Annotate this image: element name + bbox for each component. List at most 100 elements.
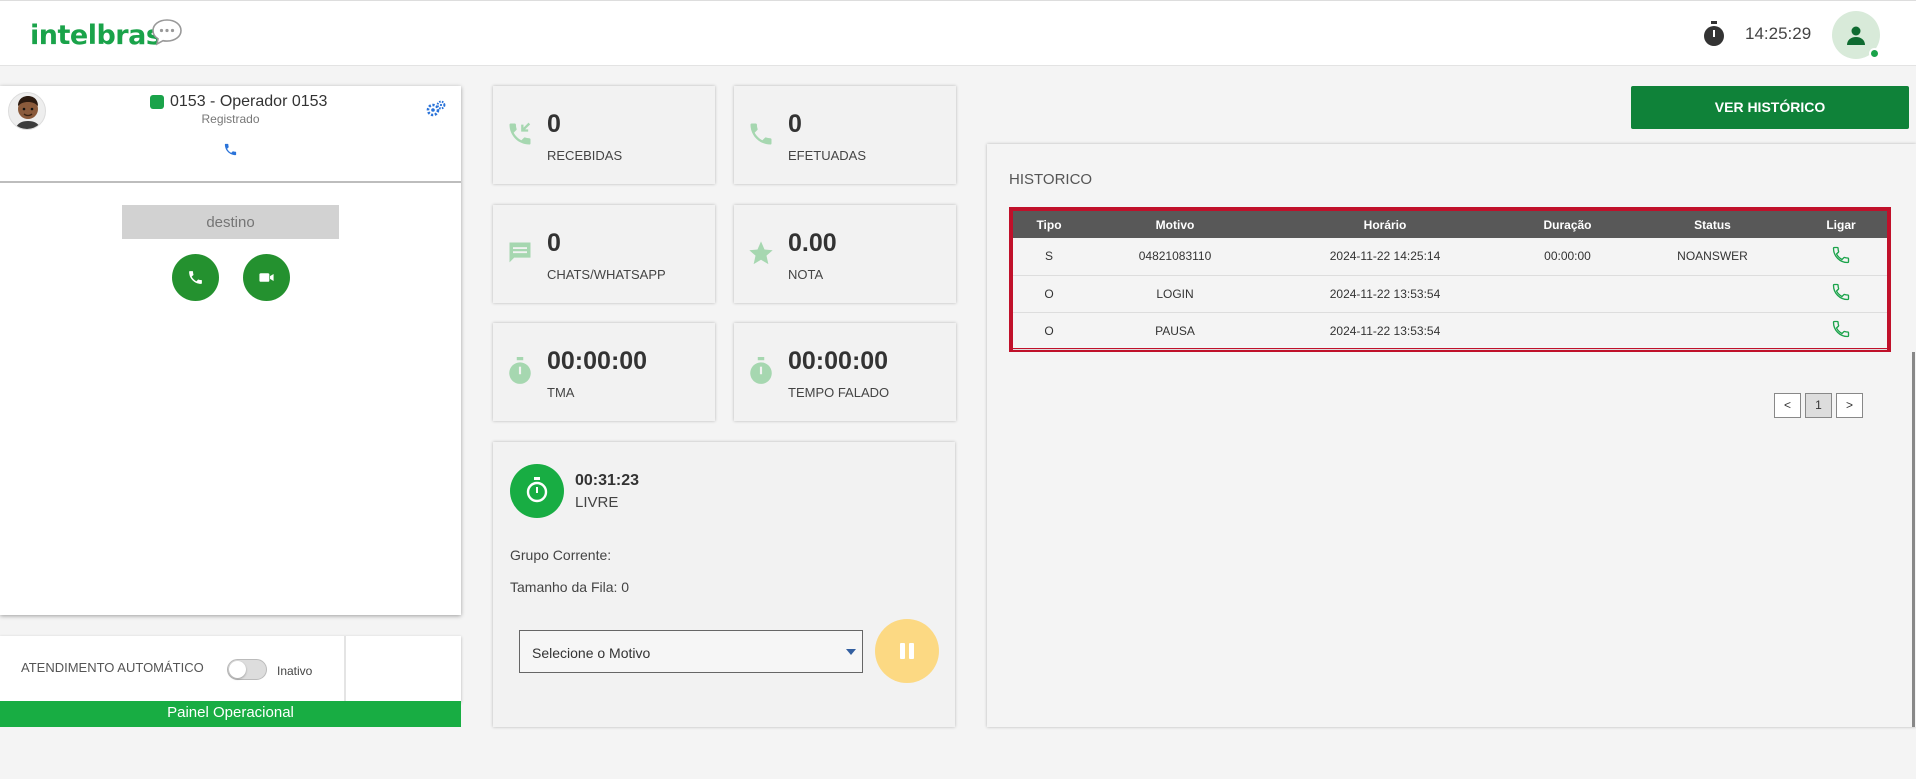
stopwatch-icon (1702, 21, 1726, 47)
registration-status: Registrado (201, 112, 260, 126)
stat-card-chats: 0 CHATS/WHATSAPP (493, 205, 715, 303)
pager-next-button[interactable]: > (1836, 393, 1863, 418)
cell-tipo: O (1013, 275, 1085, 313)
cell-motivo: PAUSA (1085, 312, 1265, 350)
stat-card-tma: 00:00:00 TMA (493, 323, 715, 421)
whatsapp-phone-icon (150, 95, 164, 109)
stat-card-tempo-falado: 00:00:00 TEMPO FALADO (734, 323, 956, 421)
auto-answer-state: Inativo (277, 664, 313, 678)
cell-motivo: 04821083110 (1085, 238, 1265, 276)
cell-tipo: S (1013, 238, 1085, 276)
person-icon (1847, 26, 1865, 45)
nota-value: 0.00 (788, 229, 837, 257)
stopwatch-icon (747, 357, 775, 390)
softphone-panel: 0153 - Operador 0153 Registrado (0, 86, 461, 615)
intelbras-logo: intelbras (30, 20, 162, 51)
phone-icon (189, 271, 202, 284)
stat-card-efetuadas: 0 EFETUADAS (734, 86, 956, 184)
cell-ligar (1795, 312, 1887, 350)
painel-operacional-bar[interactable]: Painel Operacional (0, 701, 461, 727)
top-bar: intelbras 14:25:29 (0, 0, 1916, 66)
cell-status: NOANSWER (1630, 238, 1795, 276)
phone-icon[interactable] (223, 142, 238, 162)
cell-horario: 2024-11-22 13:53:54 (1265, 312, 1505, 350)
softphone-header: 0153 - Operador 0153 Registrado (0, 86, 461, 183)
auto-answer-toggle[interactable] (227, 659, 267, 680)
cell-horario: 2024-11-22 13:53:54 (1265, 275, 1505, 313)
col-motivo: Motivo (1085, 211, 1265, 238)
efetuadas-value: 0 (788, 110, 802, 138)
efetuadas-label: EFETUADAS (788, 148, 867, 163)
table-row: S 04821083110 2024-11-22 14:25:14 00:00:… (1013, 238, 1887, 276)
stopwatch-icon (526, 477, 548, 503)
auto-answer-label: ATENDIMENTO AUTOMÁTICO (21, 660, 204, 675)
col-ligar: Ligar (1795, 211, 1887, 238)
pause-button[interactable] (875, 619, 939, 683)
call-back-phone-icon[interactable] (1831, 282, 1851, 302)
video-camera-icon (259, 273, 274, 282)
operator-title: 0153 - Operador 0153 (150, 93, 327, 111)
col-duracao: Duração (1505, 211, 1630, 238)
pause-reason-select[interactable]: Selecione o Motivo (519, 630, 863, 673)
tamanho-fila: Tamanho da Fila: 0 (510, 579, 630, 595)
chats-label: CHATS/WHATSAPP (547, 267, 666, 282)
scrollbar[interactable] (1912, 352, 1915, 727)
chats-value: 0 (547, 229, 561, 257)
col-status: Status (1630, 211, 1795, 238)
cell-horario: 2024-11-22 14:25:14 (1265, 238, 1505, 276)
cell-duracao: 00:00:00 (1505, 238, 1630, 276)
agent-timer: 00:31:23 (575, 472, 640, 489)
pause-reason-value: Selecione o Motivo (532, 645, 651, 661)
nota-label: NOTA (788, 267, 824, 282)
pager-prev-button[interactable]: < (1774, 393, 1801, 418)
settings-gears-icon[interactable] (426, 100, 446, 123)
star-icon (747, 239, 775, 272)
cell-ligar (1795, 275, 1887, 313)
divider (344, 636, 346, 702)
table-row: O PAUSA 2024-11-22 13:53:54 (1013, 312, 1887, 350)
chat-message-icon (506, 239, 534, 272)
ver-historico-button[interactable]: VER HISTÓRICO (1631, 86, 1909, 129)
call-back-phone-icon[interactable] (1831, 319, 1851, 339)
incoming-call-icon (506, 120, 534, 153)
table-row: O LOGIN 2024-11-22 13:53:54 (1013, 275, 1887, 313)
video-call-button[interactable] (243, 254, 290, 301)
cell-duracao (1505, 275, 1630, 313)
call-back-phone-icon[interactable] (1831, 245, 1851, 265)
call-button[interactable] (172, 254, 219, 301)
tma-label: TMA (547, 385, 575, 400)
grupo-corrente: Grupo Corrente: (510, 547, 612, 563)
destination-input[interactable] (122, 205, 339, 239)
stopwatch-icon (506, 357, 534, 390)
auto-answer-panel: ATENDIMENTO AUTOMÁTICO Inativo (0, 636, 461, 702)
agent-timer-badge (510, 464, 564, 518)
cell-status (1630, 275, 1795, 313)
recebidas-value: 0 (547, 110, 561, 138)
chat-bubble-icon[interactable] (151, 18, 183, 46)
history-title: HISTORICO (1009, 171, 1093, 188)
cell-ligar (1795, 238, 1887, 276)
history-table: Tipo Motivo Horário Duração Status Ligar… (1013, 211, 1887, 350)
stat-card-nota: 0.00 NOTA (734, 205, 956, 303)
agent-state: LIVRE (575, 494, 619, 511)
cell-tipo: O (1013, 312, 1085, 350)
history-panel: HISTORICO Tipo Motivo Horário Duração St… (987, 144, 1916, 727)
online-status-dot (1869, 48, 1880, 59)
cell-motivo: LOGIN (1085, 275, 1265, 313)
cell-status (1630, 312, 1795, 350)
pager-page-button[interactable]: 1 (1805, 393, 1832, 418)
pagination: < 1 > (1774, 393, 1863, 418)
history-header-row: Tipo Motivo Horário Duração Status Ligar (1013, 211, 1887, 238)
dropdown-caret-icon (846, 649, 856, 655)
operator-name: 0153 - Operador 0153 (170, 93, 328, 110)
col-horario: Horário (1265, 211, 1505, 238)
outgoing-call-icon (747, 120, 775, 153)
col-tipo: Tipo (1013, 211, 1085, 238)
stat-card-recebidas: 0 RECEBIDAS (493, 86, 715, 184)
history-table-highlight: Tipo Motivo Horário Duração Status Ligar… (1009, 207, 1891, 352)
cell-duracao (1505, 312, 1630, 350)
recebidas-label: RECEBIDAS (547, 148, 623, 163)
tempo-falado-label: TEMPO FALADO (788, 385, 890, 400)
tma-value: 00:00:00 (547, 347, 648, 375)
agent-status-card: 00:31:23 LIVRE Grupo Corrente: Tamanho d… (493, 442, 955, 727)
